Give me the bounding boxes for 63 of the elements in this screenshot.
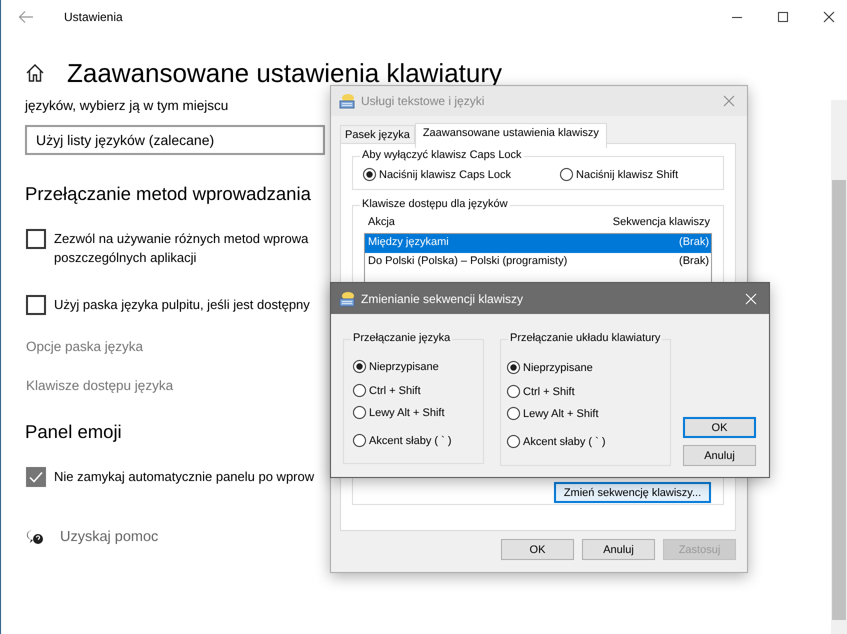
checkbox[interactable] (26, 229, 46, 249)
dialog-button[interactable]: OK (683, 417, 756, 438)
page-heading: Zaawansowane ustawienia klawiatury (67, 58, 502, 88)
tab[interactable]: Zaawansowane ustawienia klawiszy (414, 123, 607, 148)
radio-label: Akcent słaby ( ` ) (523, 436, 606, 448)
radio-label: Akcent słaby ( ` ) (369, 434, 452, 446)
checkbox[interactable] (26, 295, 46, 315)
maximize-icon[interactable] (777, 11, 789, 23)
description-text: języków, wybierz ją w tym miejscu (25, 98, 228, 113)
language-dropdown[interactable]: Użyj listy języków (zalecane) (25, 125, 325, 155)
keyboard-icon (339, 290, 355, 306)
dialog-title: Usługi tekstowe i języki (361, 94, 484, 108)
close-icon[interactable] (823, 11, 835, 23)
sequence-text: (Brak) (679, 236, 709, 250)
radio-button[interactable] (560, 168, 574, 181)
column-header: Akcja (368, 216, 395, 228)
radio-button[interactable] (353, 434, 366, 447)
group-title: Klawisze dostępu dla języków (360, 198, 510, 210)
group-title: Przełączanie języka (351, 332, 452, 344)
radio-label: Lewy Alt + Shift (369, 406, 445, 418)
column-header: Sekwencja klawiszy (612, 216, 710, 228)
settings-link[interactable]: Opcje paska języka (26, 339, 144, 354)
radio-button[interactable] (507, 407, 520, 420)
radio-button[interactable] (507, 385, 520, 398)
group-title: Przełączanie układu klawiatury (508, 332, 662, 344)
list-row[interactable]: Między językami (Brak) (365, 234, 711, 253)
action-text: Do Polski (Polska) – Polski (programisty) (368, 255, 568, 269)
scrollbar[interactable] (831, 100, 847, 634)
home-icon[interactable] (25, 63, 45, 83)
checkbox-label: Nie zamykaj automatycznie panelu po wprow (54, 468, 314, 486)
radio-button[interactable] (353, 406, 366, 419)
checkbox-label: Zezwól na używanie różnych metod wprowa poszczególnych aplikacji (54, 230, 308, 267)
group-title: Aby wyłączyć klawisz Caps Lock (360, 149, 524, 161)
dialog-button[interactable]: OK (501, 539, 574, 560)
radio-label: Nieprzypisane (523, 362, 593, 374)
radio-label: Naciśnij klawisz Shift (576, 168, 678, 180)
help-icon[interactable] (26, 529, 44, 545)
radio-label: Ctrl + Shift (523, 386, 575, 398)
settings-link[interactable]: Klawisze dostępu języka (26, 378, 174, 393)
list-row[interactable]: Do Polski (Polska) – Polski (programisty) (Brak) (365, 253, 711, 272)
radio-label: Ctrl + Shift (369, 384, 421, 396)
radio-label: Nieprzypisane (369, 360, 439, 372)
back-icon[interactable] (18, 10, 34, 24)
section-heading: Przełączanie metod wprowadzania (25, 183, 311, 205)
help-link[interactable]: Uzyskaj pomoc (60, 529, 158, 545)
radio-button[interactable] (507, 361, 520, 374)
sequence-text: (Brak) (679, 255, 709, 269)
section-heading: Panel emoji (25, 421, 122, 443)
radio-button[interactable] (353, 384, 366, 397)
dialog-button[interactable]: Anuluj (683, 445, 756, 466)
radio-label: Naciśnij klawisz Caps Lock (379, 168, 512, 180)
window-title: Ustawienia (64, 10, 123, 24)
checkbox[interactable] (26, 467, 46, 487)
change-sequence-button[interactable]: Zmień sekwencję klawiszy... (554, 482, 711, 503)
keyboard-icon (339, 93, 355, 109)
radio-button[interactable] (353, 360, 366, 373)
checkbox-label: Użyj paska języka pulpitu, jeśli jest dostępny (54, 296, 310, 314)
radio-button[interactable] (507, 435, 520, 448)
radio-label: Lewy Alt + Shift (523, 408, 599, 420)
dialog-button[interactable]: Anuluj (582, 539, 655, 560)
action-text: Między językami (368, 236, 449, 250)
dialog-title: Zmienianie sekwencji klawiszy (361, 292, 524, 306)
radio-button[interactable] (363, 168, 376, 181)
